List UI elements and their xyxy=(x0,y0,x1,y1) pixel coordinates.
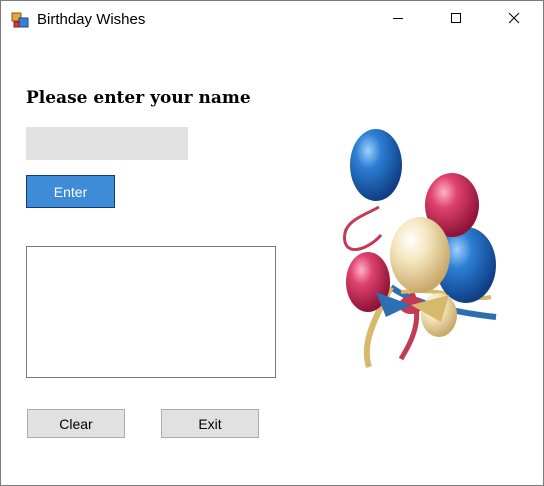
maximize-icon xyxy=(450,11,462,29)
title-bar[interactable]: Birthday Wishes xyxy=(1,1,543,39)
enter-button[interactable]: Enter xyxy=(26,175,115,208)
close-icon xyxy=(508,11,520,29)
app-icon xyxy=(11,11,29,29)
exit-button[interactable]: Exit xyxy=(161,409,259,438)
window-title: Birthday Wishes xyxy=(37,11,146,28)
close-button[interactable] xyxy=(485,1,543,39)
app-window: Birthday Wishes Please enter your name E… xyxy=(0,0,544,486)
maximize-button[interactable] xyxy=(427,1,485,39)
name-input[interactable] xyxy=(26,127,188,160)
clear-button[interactable]: Clear xyxy=(27,409,125,438)
name-prompt-label: Please enter your name xyxy=(26,88,251,108)
minimize-icon xyxy=(392,11,404,29)
minimize-button[interactable] xyxy=(369,1,427,39)
greeting-output-box[interactable] xyxy=(26,246,276,378)
balloons-image xyxy=(331,127,506,373)
form-client-area: Please enter your name Enter Clear Exit xyxy=(1,39,543,485)
